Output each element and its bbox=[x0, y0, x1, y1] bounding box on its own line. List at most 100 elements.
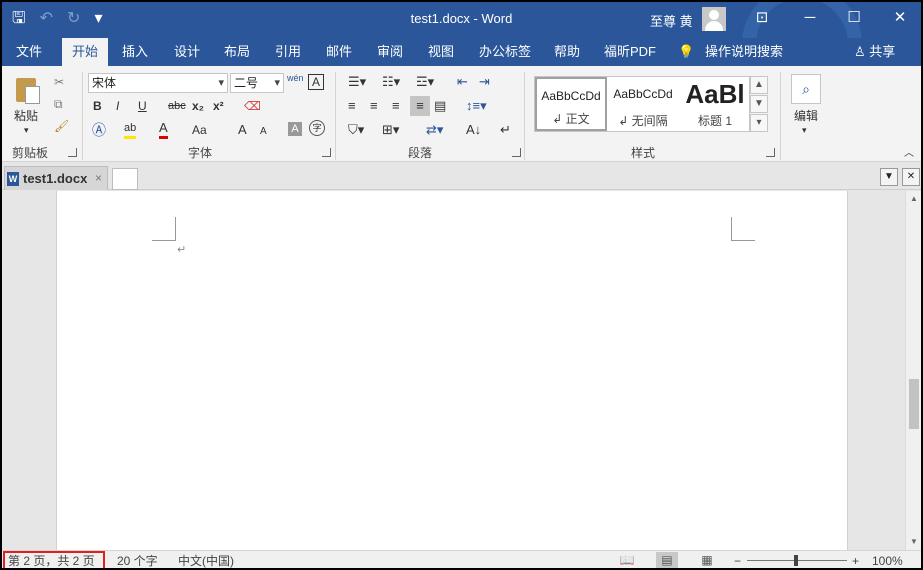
tab-file[interactable]: 文件 bbox=[8, 38, 50, 66]
font-launcher-icon[interactable] bbox=[322, 148, 331, 157]
tab-help[interactable]: 帮助 bbox=[546, 38, 588, 66]
minimize-button[interactable]: ─ bbox=[798, 6, 822, 30]
tab-insert[interactable]: 插入 bbox=[114, 38, 156, 66]
style-no-spacing[interactable]: AaBbCcDd ↲ 无间隔 bbox=[607, 77, 679, 131]
paste-dropdown-icon[interactable]: ▾ bbox=[24, 122, 29, 138]
tab-references[interactable]: 引用 bbox=[267, 38, 309, 66]
scroll-up-icon[interactable]: ▲ bbox=[906, 191, 921, 207]
document-tab-name: test1.docx bbox=[23, 171, 88, 186]
distributed-icon[interactable]: ▤ bbox=[434, 98, 446, 114]
styles-launcher-icon[interactable] bbox=[766, 148, 775, 157]
subscript-button[interactable]: x₂ bbox=[192, 98, 204, 114]
font-size-combo[interactable]: 二号 ▾ bbox=[230, 73, 284, 93]
paragraph-mark: ↵ bbox=[177, 244, 187, 256]
style-normal[interactable]: AaBbCcDd ↲ 正文 bbox=[535, 77, 607, 131]
close-document-icon[interactable]: ✕ bbox=[902, 168, 920, 186]
search-icon[interactable]: ⌕ bbox=[791, 74, 821, 104]
style-name: ↲ 正文 bbox=[552, 112, 590, 126]
group-separator bbox=[780, 72, 781, 160]
multilevel-list-icon[interactable]: ☲▾ bbox=[416, 74, 434, 90]
decrease-indent-icon[interactable]: ⇤ bbox=[457, 74, 468, 90]
scroll-down-icon[interactable]: ▼ bbox=[906, 534, 921, 550]
status-bar: 第 2 页，共 2 页 20 个字 中文(中国) 📖 ▤ ▦ − + 100% bbox=[2, 550, 921, 568]
read-mode-icon[interactable]: 📖 bbox=[616, 552, 638, 568]
numbering-icon[interactable]: ☷▾ bbox=[382, 74, 400, 90]
enclose-characters-icon[interactable]: 字 bbox=[309, 120, 325, 136]
copy-icon[interactable]: ⧉ bbox=[54, 96, 63, 112]
align-left-icon[interactable]: ≡ bbox=[348, 98, 356, 114]
tab-list-dropdown-icon[interactable]: ▼ bbox=[880, 168, 898, 186]
shrink-font-button[interactable]: A bbox=[260, 124, 267, 140]
user-name[interactable]: 至尊 黄 bbox=[650, 11, 693, 30]
shading-icon[interactable]: ⛉▾ bbox=[348, 122, 364, 138]
tab-review[interactable]: 审阅 bbox=[369, 38, 411, 66]
line-spacing-icon[interactable]: ↕≡▾ bbox=[466, 98, 487, 114]
tab-mailings[interactable]: 邮件 bbox=[318, 38, 360, 66]
paste-icon[interactable] bbox=[16, 74, 42, 104]
align-center-icon[interactable]: ≡ bbox=[370, 98, 378, 114]
font-color-icon[interactable]: A bbox=[159, 120, 168, 139]
highlight-color-icon[interactable]: ab bbox=[124, 120, 137, 139]
gallery-scroll-up-icon[interactable]: ▲ bbox=[750, 76, 768, 94]
chevron-down-icon[interactable]: ▾ bbox=[802, 122, 807, 138]
gallery-scroll-down-icon[interactable]: ▼ bbox=[750, 95, 768, 113]
page-count[interactable]: 第 2 页，共 2 页 bbox=[8, 553, 95, 568]
word-count[interactable]: 20 个字 bbox=[117, 553, 158, 568]
clear-formatting-icon[interactable]: ⌫ bbox=[244, 98, 261, 114]
close-button[interactable]: ✕ bbox=[888, 6, 912, 30]
gallery-more-icon[interactable]: ▾ bbox=[750, 114, 768, 132]
text-effects-icon[interactable]: Ⓐ bbox=[92, 122, 106, 138]
zoom-level[interactable]: 100% bbox=[872, 553, 903, 568]
cut-icon[interactable]: ✂ bbox=[54, 74, 64, 90]
phonetic-guide-icon[interactable]: wén bbox=[287, 70, 304, 86]
zoom-in-button[interactable]: + bbox=[852, 553, 859, 568]
chinese-layout-icon[interactable]: ⇄▾ bbox=[426, 122, 443, 138]
zoom-slider-thumb[interactable] bbox=[794, 555, 798, 566]
document-page[interactable]: ↵ bbox=[56, 191, 848, 550]
increase-indent-icon[interactable]: ⇥ bbox=[479, 74, 490, 90]
style-heading-1[interactable]: AaBl 标题 1 bbox=[679, 77, 751, 131]
tab-foxit-pdf[interactable]: 福昕PDF bbox=[598, 38, 662, 66]
align-right-icon[interactable]: ≡ bbox=[392, 98, 400, 114]
share-button[interactable]: ♙ 共享 bbox=[854, 38, 895, 66]
character-shading-icon[interactable]: A bbox=[288, 122, 302, 136]
font-name-combo[interactable]: 宋体 ▾ bbox=[88, 73, 228, 93]
tab-design[interactable]: 设计 bbox=[166, 38, 208, 66]
lightbulb-icon[interactable]: 💡 bbox=[678, 38, 694, 66]
borders-icon[interactable]: ⊞▾ bbox=[382, 122, 399, 138]
tab-view[interactable]: 视图 bbox=[420, 38, 462, 66]
change-case-button[interactable]: Aa bbox=[192, 122, 207, 138]
vertical-scrollbar[interactable]: ▲ ▼ bbox=[905, 191, 921, 550]
paragraph-launcher-icon[interactable] bbox=[512, 148, 521, 157]
tab-office-tab[interactable]: 办公标签 bbox=[472, 38, 538, 66]
clipboard-launcher-icon[interactable] bbox=[68, 148, 77, 157]
sort-icon[interactable]: A↓ bbox=[466, 122, 481, 138]
close-tab-icon[interactable]: × bbox=[95, 171, 102, 185]
tab-home[interactable]: 开始 bbox=[62, 38, 108, 66]
strikethrough-button[interactable]: abc bbox=[168, 98, 186, 114]
bullets-icon[interactable]: ☰▾ bbox=[348, 74, 366, 90]
avatar[interactable] bbox=[702, 7, 726, 31]
language-indicator[interactable]: 中文(中国) bbox=[178, 553, 234, 568]
format-painter-icon[interactable]: 🖌 bbox=[54, 118, 69, 134]
web-layout-icon[interactable]: ▦ bbox=[696, 552, 718, 568]
font-size-value: 二号 bbox=[234, 76, 259, 90]
collapse-ribbon-icon[interactable]: ︿ bbox=[904, 146, 914, 162]
ribbon-display-options-icon[interactable]: ⊡ bbox=[750, 6, 774, 30]
tell-me-search[interactable]: 操作说明搜索 bbox=[702, 38, 786, 66]
maximize-button[interactable]: ☐ bbox=[842, 6, 866, 30]
character-border-icon[interactable]: A bbox=[308, 74, 324, 90]
underline-button[interactable]: U bbox=[138, 98, 147, 114]
tab-layout[interactable]: 布局 bbox=[216, 38, 258, 66]
superscript-button[interactable]: x² bbox=[213, 98, 224, 114]
document-tab[interactable]: W test1.docx × bbox=[4, 166, 108, 190]
show-formatting-marks-icon[interactable]: ↵ bbox=[500, 122, 511, 138]
new-tab-button[interactable] bbox=[112, 168, 138, 190]
italic-button[interactable]: I bbox=[116, 98, 119, 114]
print-layout-icon[interactable]: ▤ bbox=[656, 552, 678, 568]
scrollbar-thumb[interactable] bbox=[909, 379, 919, 429]
bold-button[interactable]: B bbox=[93, 98, 102, 114]
zoom-out-button[interactable]: − bbox=[734, 553, 741, 568]
grow-font-button[interactable]: A bbox=[238, 122, 247, 138]
justify-icon[interactable]: ≡ bbox=[410, 96, 430, 116]
